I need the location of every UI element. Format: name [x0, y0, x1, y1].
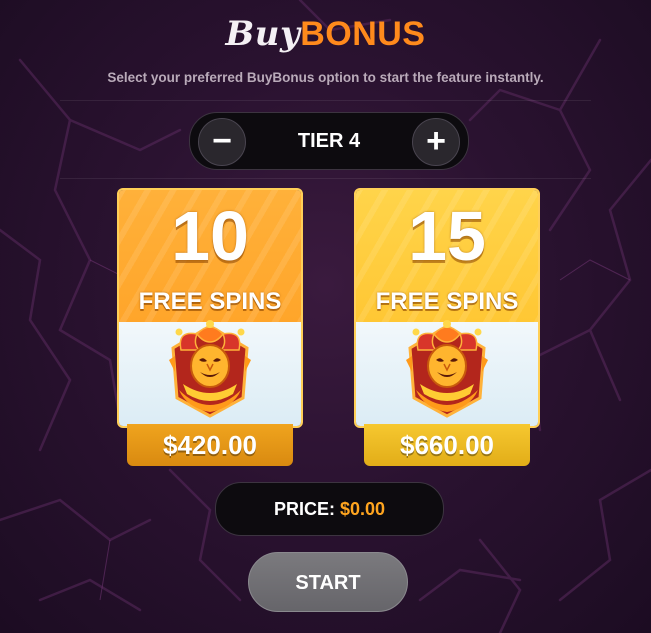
buy-bonus-title: BuyBONUS	[0, 14, 651, 54]
jester-icon	[406, 320, 488, 418]
background-cracks	[0, 0, 651, 633]
divider	[60, 100, 591, 101]
option-price: $420.00	[127, 424, 293, 466]
jester-icon	[169, 320, 251, 418]
price-summary: PRICE: $0.00	[215, 482, 444, 536]
card-frame: 10 FREE SPINS	[117, 188, 303, 428]
tier-label: TIER 4	[297, 130, 361, 152]
tier-increase-button[interactable]: +	[412, 118, 460, 166]
price-label: PRICE:	[273, 499, 335, 519]
free-spins-count: 15	[408, 197, 486, 275]
title-bonus-text: BONUS	[300, 15, 426, 53]
free-spins-label: FREE SPINS	[138, 288, 282, 315]
card-frame: 15 FREE SPINS	[354, 188, 540, 428]
bonus-option-card-2[interactable]: 15 FREE SPINS $660.00	[354, 188, 540, 468]
free-spins-label: FREE SPINS	[375, 288, 519, 315]
divider	[60, 178, 591, 179]
price-value: $0.00	[339, 499, 386, 519]
subtitle: Select your preferred BuyBonus option to…	[107, 70, 544, 85]
bonus-option-card-1[interactable]: 10 FREE SPINS $420.00	[117, 188, 303, 468]
option-price: $660.00	[364, 424, 530, 466]
start-button[interactable]: START	[248, 552, 408, 612]
tier-decrease-button[interactable]: −	[198, 118, 246, 166]
tier-selector: − TIER 4 +	[189, 112, 469, 170]
free-spins-count: 10	[171, 197, 249, 275]
title-buy-text: Buy	[225, 14, 301, 54]
